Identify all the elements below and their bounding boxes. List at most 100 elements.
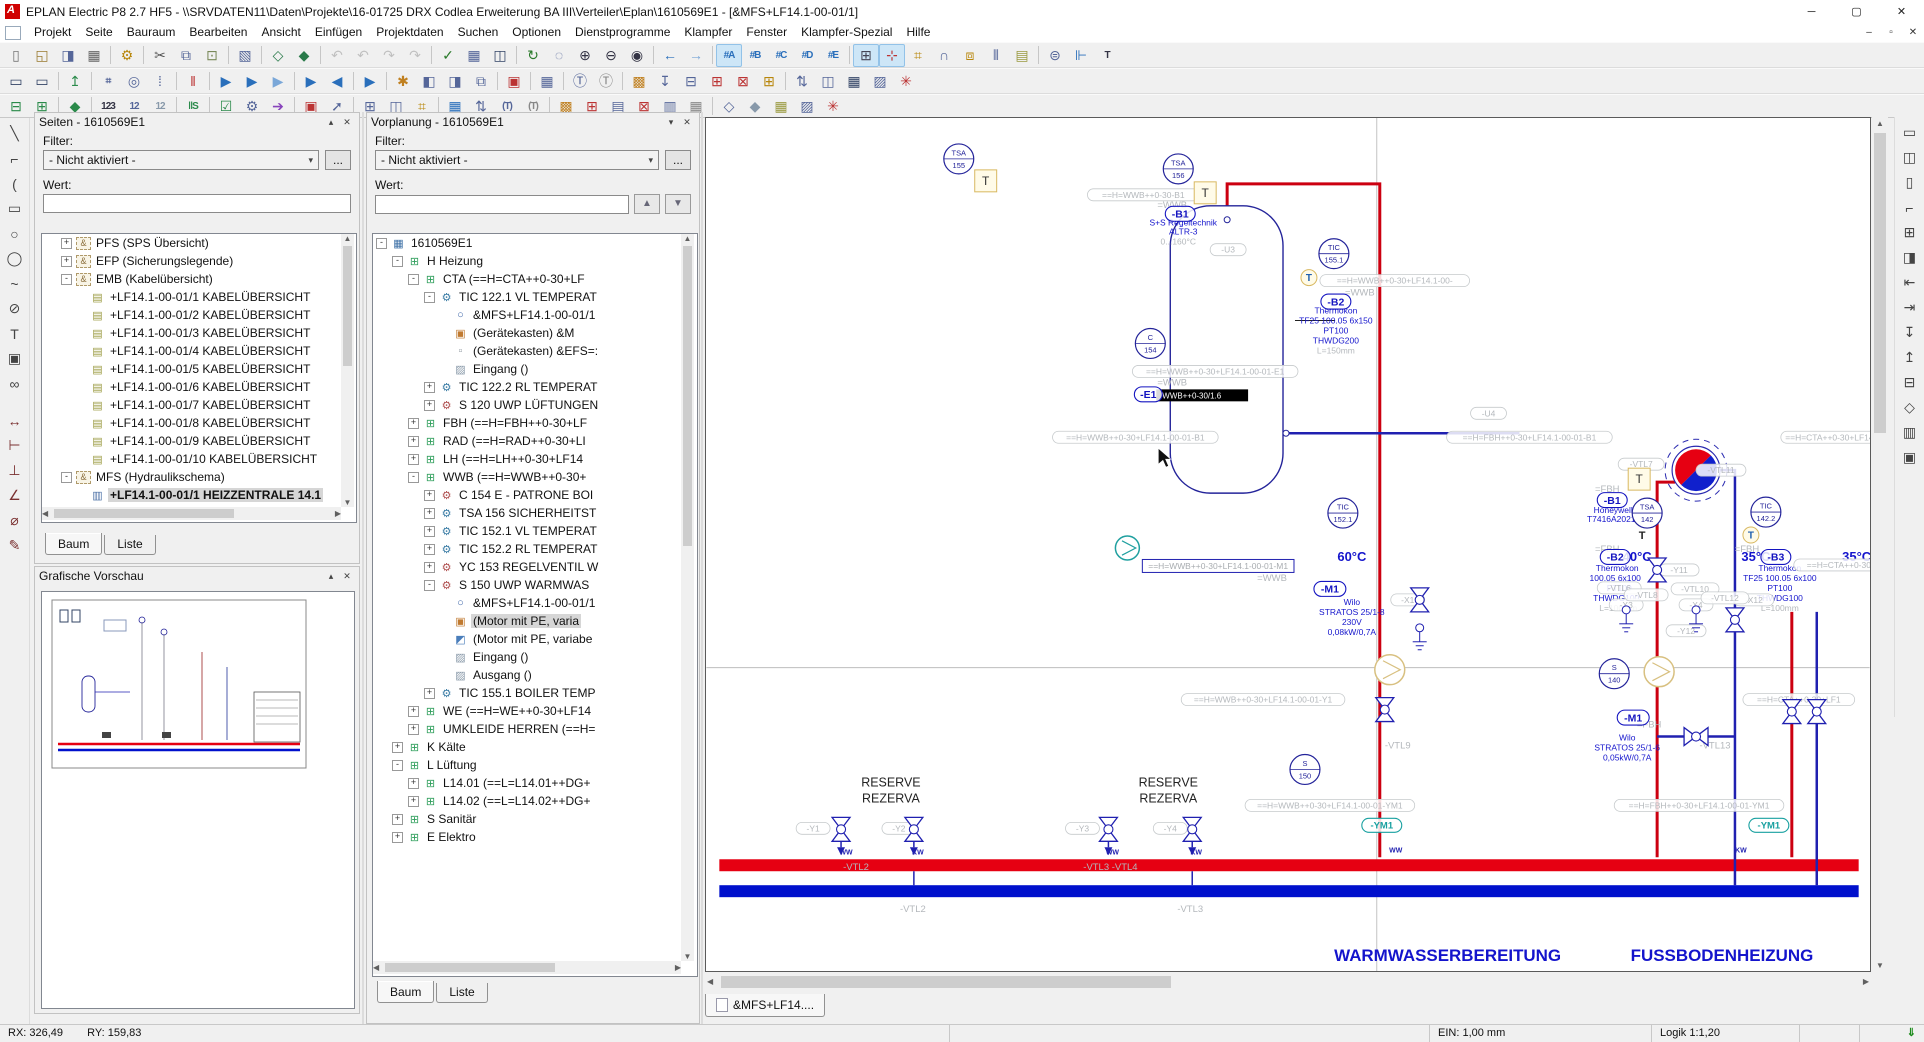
baseline-dimension-tool-icon[interactable]: ⊥ bbox=[2, 458, 28, 483]
insert-window-macro-icon[interactable]: ▯ bbox=[1897, 170, 1923, 195]
box-2-icon[interactable]: ◨ bbox=[442, 70, 468, 93]
menu-projektdaten[interactable]: Projektdaten bbox=[369, 23, 450, 42]
preplanning-tree-item[interactable]: +⚙TIC 152.2 RL TEMPERAT bbox=[373, 540, 697, 558]
tree-expander-icon[interactable]: - bbox=[392, 256, 403, 267]
grid-color-icon[interactable]: ▩ bbox=[626, 70, 652, 93]
hatch-tool-icon[interactable]: ⊘ bbox=[2, 296, 28, 321]
page-forward-icon[interactable]: → bbox=[683, 44, 709, 67]
tree-expander-icon[interactable]: - bbox=[376, 238, 387, 249]
circle-tool-icon[interactable]: ○ bbox=[2, 221, 28, 246]
pages-tab-liste[interactable]: Liste bbox=[104, 535, 155, 555]
download-icon[interactable]: ⇓ bbox=[1860, 1025, 1924, 1042]
print-icon[interactable]: ▦ bbox=[81, 44, 107, 67]
splitter[interactable] bbox=[701, 112, 703, 1024]
preplanning-tree-item[interactable]: +⚙TSA 156 SICHERHEITST bbox=[373, 504, 697, 522]
preplanning-tree-item[interactable]: +⊞L14.01 (==L=L14.01++DG+ bbox=[373, 774, 697, 792]
tree-expander-icon[interactable]: + bbox=[424, 526, 435, 537]
text-tool-icon[interactable]: T bbox=[2, 321, 28, 346]
text-frame-icon[interactable]: ▤ bbox=[1009, 44, 1035, 67]
t-nav-1-icon[interactable]: Ⓣ bbox=[567, 70, 593, 93]
move-up-icon[interactable]: ↥ bbox=[1897, 345, 1923, 370]
interruption-points-icon[interactable]: ‖ bbox=[180, 70, 206, 93]
preplanning-tree-item[interactable]: -⚙TIC 122.1 VL TEMPERAT bbox=[373, 288, 697, 306]
tree-collapse-icon[interactable]: ⊟ bbox=[3, 95, 29, 118]
preplanning-tree-item[interactable]: ◩(Motor mit PE, variabe bbox=[373, 630, 697, 648]
zoom-in-icon[interactable]: ⊕ bbox=[572, 44, 598, 67]
tree-expander-icon[interactable]: + bbox=[392, 814, 403, 825]
align-icon[interactable]: ⫴ bbox=[983, 44, 1009, 67]
arc-tool-icon[interactable]: ( bbox=[2, 171, 28, 196]
copy-icon[interactable]: ⧉ bbox=[173, 44, 199, 67]
cut-icon[interactable]: ✂ bbox=[147, 44, 173, 67]
star-icon[interactable]: ✳ bbox=[893, 70, 919, 93]
preplanning-tree-item[interactable]: -⊞H Heizung bbox=[373, 252, 697, 270]
terminal-strip-icon[interactable]: ▦ bbox=[534, 70, 560, 93]
maximize-button[interactable]: ▢ bbox=[1834, 1, 1879, 23]
preplanning-filter-select[interactable]: - Nicht aktiviert - ▾ bbox=[375, 150, 659, 170]
preplanning-tree-item[interactable]: +⊞FBH (==H=FBH++0-30+LF bbox=[373, 414, 697, 432]
menu-projekt[interactable]: Projekt bbox=[27, 23, 78, 42]
preplanning-tree-item[interactable]: -⊞WWB (==H=WWB++0-30+ bbox=[373, 468, 697, 486]
menu-einf-gen[interactable]: Einfügen bbox=[308, 23, 369, 42]
preplanning-tree-item[interactable]: +⊞UMKLEIDE HERREN (==H= bbox=[373, 720, 697, 738]
grid-visible-icon[interactable]: ⊞ bbox=[853, 44, 879, 67]
preplanning-tree-item[interactable]: ▨Eingang () bbox=[373, 648, 697, 666]
tree-expander-icon[interactable]: + bbox=[61, 238, 72, 249]
pages-tree-item[interactable]: ▤+LF14.1-00-01/3 KABELÜBERSICHT bbox=[42, 324, 356, 342]
t3-17-icon[interactable]: ▨ bbox=[794, 95, 820, 118]
tree-expander-icon[interactable]: - bbox=[61, 274, 72, 285]
preplanning-tree-item[interactable]: ▣(Gerätekasten) &M bbox=[373, 324, 697, 342]
snap-e-icon[interactable]: #E bbox=[820, 44, 846, 67]
pages-tree-hscrollbar[interactable]: ◀▶ bbox=[42, 507, 341, 520]
tree-expander-icon[interactable]: + bbox=[408, 418, 419, 429]
pages-icon[interactable]: ⧉ bbox=[468, 70, 494, 93]
import-up-icon[interactable]: ↥ bbox=[62, 70, 88, 93]
menu-dienstprogramme[interactable]: Dienstprogramme bbox=[568, 23, 677, 42]
t3-14-icon[interactable]: ◇ bbox=[716, 95, 742, 118]
copy-format-icon[interactable]: ◇ bbox=[265, 44, 291, 67]
tree-expander-icon[interactable]: - bbox=[424, 292, 435, 303]
numbering-1-icon[interactable]: ⌗ bbox=[95, 70, 121, 93]
tree-expander-icon[interactable]: + bbox=[392, 742, 403, 753]
tree-expander-icon[interactable]: + bbox=[424, 688, 435, 699]
panel-close-icon[interactable]: ✕ bbox=[679, 117, 695, 128]
preplanning-tab-liste[interactable]: Liste bbox=[436, 983, 487, 1003]
preplanning-tree-item[interactable]: +⚙YC 153 REGELVENTIL W bbox=[373, 558, 697, 576]
zoom-window-icon[interactable]: ◌ bbox=[546, 44, 572, 67]
tree-expander-icon[interactable]: - bbox=[424, 580, 435, 591]
preplanning-tree-item[interactable]: +⚙TIC 122.2 RL TEMPERAT bbox=[373, 378, 697, 396]
hyperlink-tool-icon[interactable]: ∞ bbox=[2, 371, 28, 396]
insert-symbol-icon[interactable]: ▭ bbox=[1897, 120, 1923, 145]
select-area-icon[interactable]: ▧ bbox=[232, 44, 258, 67]
search-up-button[interactable]: ▲ bbox=[634, 194, 660, 214]
pages-tree-item[interactable]: -&EMB (Kabelübersicht) bbox=[42, 270, 356, 288]
preplanning-tree-item[interactable]: +⊞LH (==H=LH++0-30+LF14 bbox=[373, 450, 697, 468]
filter-more-button[interactable]: ... bbox=[665, 150, 691, 170]
pages-tree-item[interactable]: +&PFS (SPS Übersicht) bbox=[42, 234, 356, 252]
connection-symbol-icon[interactable]: ∩ bbox=[931, 44, 957, 67]
preplanning-tree-item[interactable]: -⊞L Lüftung bbox=[373, 756, 697, 774]
open-icon[interactable]: ◱ bbox=[29, 44, 55, 67]
panel-close-icon[interactable]: ✕ bbox=[339, 117, 355, 128]
spline-tool-icon[interactable]: ~ bbox=[2, 271, 28, 296]
device-box-icon[interactable]: ▣ bbox=[501, 70, 527, 93]
design-mode-icon[interactable]: ⌗ bbox=[905, 44, 931, 67]
pages-tree-item[interactable]: ▤+LF14.1-00-01/1 KABELÜBERSICHT bbox=[42, 288, 356, 306]
menu-bauraum[interactable]: Bauraum bbox=[120, 23, 183, 42]
split-view-icon[interactable]: ◫ bbox=[815, 70, 841, 93]
swap-icon[interactable]: ⇅ bbox=[789, 70, 815, 93]
hatch-icon[interactable]: ▨ bbox=[867, 70, 893, 93]
panel-collapse-icon[interactable]: ▴ bbox=[323, 571, 339, 582]
preplanning-tree-item[interactable]: ▫(Gerätekasten) &EFS=: bbox=[373, 342, 697, 360]
menu-hilfe[interactable]: Hilfe bbox=[899, 23, 937, 42]
preplanning-tree-item[interactable]: ▣(Motor mit PE, varia bbox=[373, 612, 697, 630]
panel-collapse-icon[interactable]: ▴ bbox=[323, 117, 339, 128]
snap-a-icon[interactable]: #A bbox=[716, 44, 742, 67]
box-1-icon[interactable]: ◧ bbox=[416, 70, 442, 93]
continued-dimension-tool-icon[interactable]: ⊢ bbox=[2, 433, 28, 458]
insert-box-icon[interactable]: ⊞ bbox=[1897, 220, 1923, 245]
move-down-icon[interactable]: ↧ bbox=[1897, 320, 1923, 345]
options-2-icon[interactable]: ⊩ bbox=[1068, 44, 1094, 67]
tree-expander-icon[interactable]: - bbox=[408, 472, 419, 483]
page-back-icon[interactable]: ← bbox=[657, 44, 683, 67]
